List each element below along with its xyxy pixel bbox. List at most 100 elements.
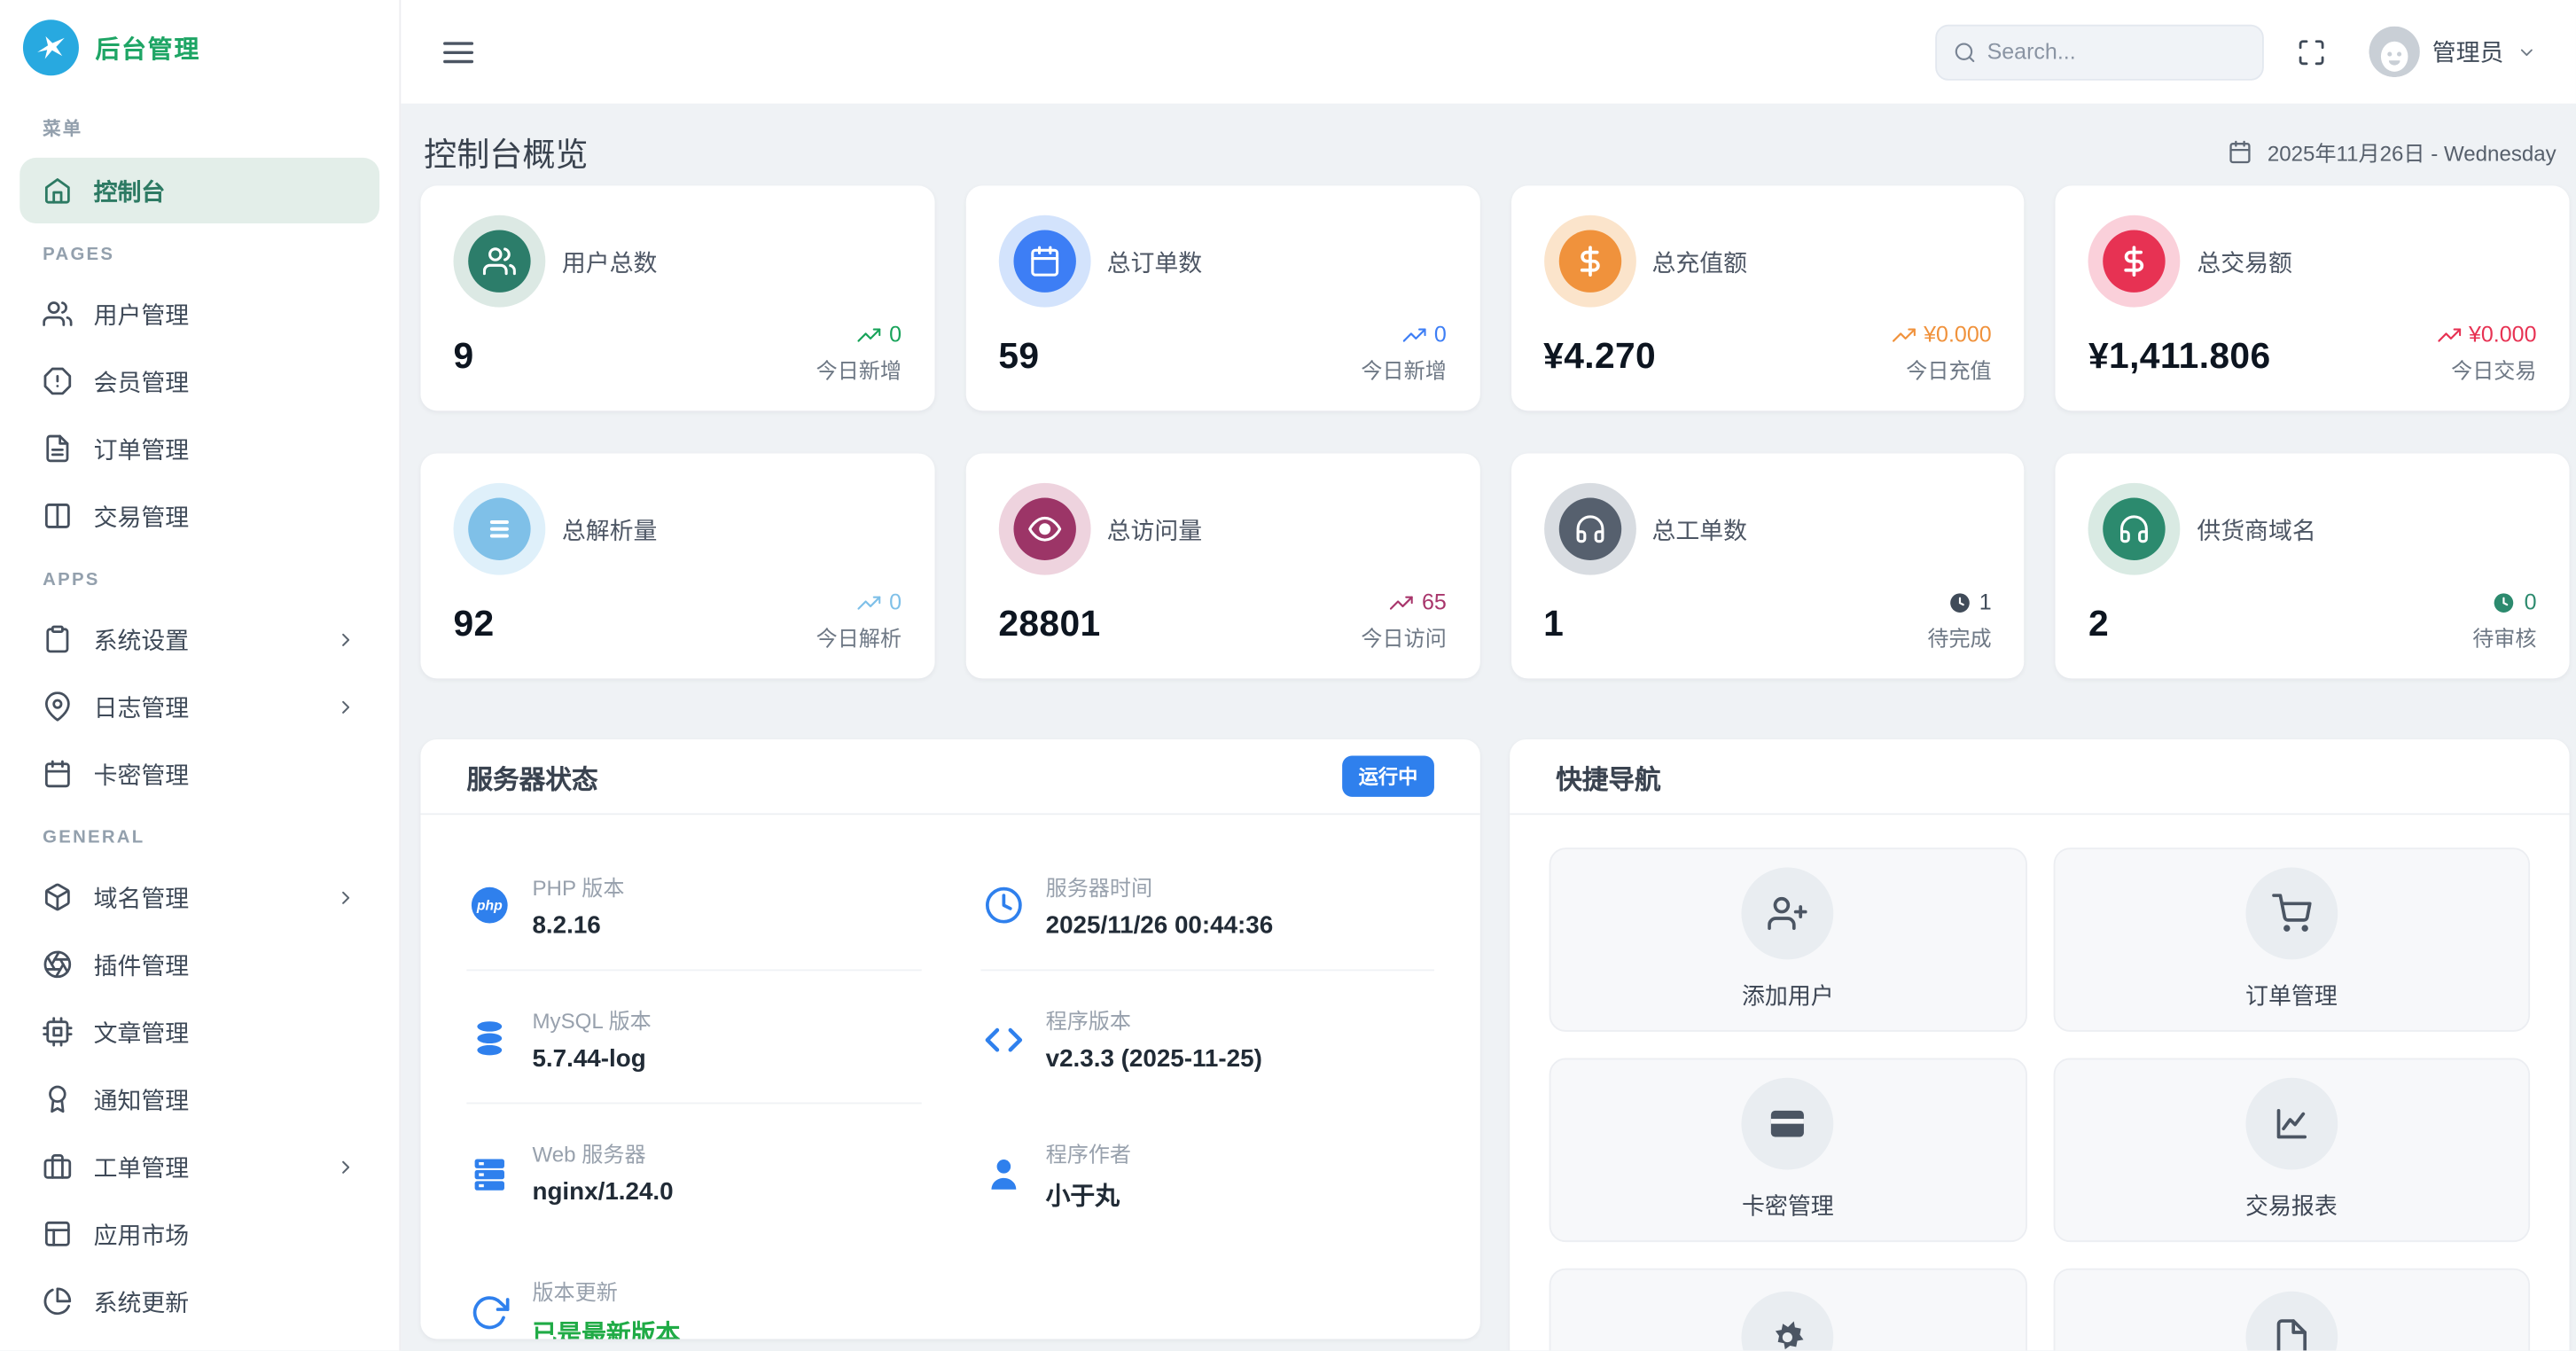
server-info-text: Web 服务器 nginx/1.24.0 <box>532 1136 673 1212</box>
stat-trend-line: ¥0.000 <box>1892 322 1992 347</box>
sidebar-item[interactable]: 系统更新 <box>20 1269 379 1334</box>
server-info-icon <box>983 1155 1022 1194</box>
sidebar-item[interactable]: 交易管理 <box>20 483 379 549</box>
quick-nav-tile[interactable] <box>2052 1268 2531 1351</box>
stat-value: ¥4.270 <box>1543 335 1657 377</box>
stat-icon <box>2118 245 2151 277</box>
sidebar-item-label: 工单管理 <box>93 1155 190 1183</box>
stat-card-top: 总充值额 <box>1543 215 1991 308</box>
stat-card-top: 总工单数 <box>1543 482 1991 575</box>
stat-trend: ¥0.000 今日充值 <box>1892 322 1992 384</box>
stat-trend: 0 今日新增 <box>816 322 902 384</box>
sidebar-item[interactable]: 控制台 <box>20 157 380 224</box>
search-input[interactable] <box>1987 39 2245 65</box>
stat-icon-circle <box>1557 230 1621 293</box>
stat-title: 总工单数 <box>1651 518 1747 545</box>
sidebar-item-label: 卡密管理 <box>93 762 190 790</box>
stat-icon-ring <box>453 215 546 308</box>
sidebar-item-icon <box>43 691 72 722</box>
stat-value: 28801 <box>998 603 1101 644</box>
sidebar-item-label: 通知管理 <box>93 1088 190 1115</box>
sidebar-item[interactable]: 应用市场 <box>20 1201 379 1267</box>
sidebar-item[interactable]: 文章管理 <box>20 999 379 1065</box>
svg-text:php: php <box>476 899 503 914</box>
server-info-value: 5.7.44-log <box>532 1044 646 1074</box>
sidebar-item[interactable]: 订单管理 <box>20 416 379 481</box>
quick-nav-tile-icon <box>1768 1104 1807 1143</box>
server-status-panel: 服务器状态 运行中 php PHP 版本 8.2.16 服务器时间 2025/1… <box>420 738 1480 1339</box>
sidebar-item[interactable]: 用户管理 <box>20 281 379 347</box>
quick-nav-tile[interactable]: 添加用户 <box>1549 847 2027 1032</box>
stat-title: 总交易额 <box>2197 250 2292 277</box>
sidebar-item[interactable]: 工单管理 <box>20 1134 379 1199</box>
chevron-right-icon <box>335 1156 356 1177</box>
sidebar-item[interactable]: 会员管理 <box>20 348 379 414</box>
menu-toggle-icon[interactable] <box>441 34 477 70</box>
sidebar: 后台管理 菜单 控制台 PAGES 用户管理 会员管理 订单管理 交易管理 AP… <box>0 0 402 1351</box>
server-status-header: 服务器状态 运行中 <box>420 739 1480 816</box>
stat-trend: 0 待审核 <box>2472 590 2536 652</box>
stat-icon-ring <box>998 482 1091 575</box>
quick-nav-tile-label: 添加用户 <box>1741 982 1834 1009</box>
sidebar-section-label: APPS <box>43 570 100 590</box>
stat-trend-value: 1 <box>1979 590 1992 615</box>
quick-nav-tile[interactable]: 卡密管理 <box>1549 1058 2027 1243</box>
sidebar-item[interactable]: 通知管理 <box>20 1066 379 1132</box>
stat-icon-circle <box>468 230 531 293</box>
quick-nav-tile-icon <box>1768 1317 1807 1350</box>
stat-icon-ring <box>1543 215 1635 308</box>
server-info-label: PHP 版本 <box>532 875 625 901</box>
sidebar-item-label: 订单管理 <box>93 437 190 465</box>
stat-trend-value: 0 <box>889 322 902 348</box>
quick-nav-tiles: 添加用户 订单管理 卡密管理 交易报表 <box>1510 815 2569 1351</box>
quick-nav-tile[interactable]: 订单管理 <box>2052 847 2531 1032</box>
stat-icon-ring <box>1543 482 1635 575</box>
stat-icon <box>483 512 516 545</box>
server-info-icon <box>983 1019 1022 1058</box>
avatar <box>2368 26 2419 78</box>
sidebar-section-label: 菜单 <box>43 120 83 140</box>
sidebar-item[interactable]: 日志管理 <box>20 674 379 739</box>
quick-nav-tile-icon <box>2272 1317 2311 1351</box>
server-status-title: 服务器状态 <box>466 766 598 795</box>
stat-title: 总解析量 <box>561 518 658 545</box>
trend-icon <box>1892 323 1916 346</box>
stat-trend-value: 65 <box>1421 590 1447 615</box>
stat-value: 59 <box>998 335 1040 377</box>
stat-trend-label: 今日新增 <box>816 358 902 383</box>
sidebar-item[interactable]: 系统设置 <box>20 606 379 672</box>
sidebar-item-icon <box>43 1219 72 1248</box>
stat-trend-label: 今日充值 <box>1906 358 1992 383</box>
server-info-grid: php PHP 版本 8.2.16 服务器时间 2025/11/26 00:44… <box>420 815 1479 1339</box>
sidebar-item[interactable]: 插件管理 <box>20 932 379 997</box>
quick-nav-tile-circle <box>1741 1291 1834 1351</box>
quick-nav-tile[interactable]: 交易报表 <box>2052 1058 2531 1243</box>
stat-trend-label: 今日访问 <box>1361 626 1447 651</box>
stat-card: 总交易额 ¥1,411.806 ¥0.000 今日交易 <box>2055 185 2570 411</box>
server-info-item: 程序版本 v2.3.3 (2025-11-25) <box>980 971 1433 1104</box>
server-info-icon: php <box>470 886 509 925</box>
server-info-icon <box>983 886 1022 925</box>
fullscreen-icon[interactable] <box>2296 37 2325 66</box>
sidebar-item-icon <box>43 1152 72 1181</box>
user-menu[interactable]: 管理员 <box>2368 26 2537 78</box>
trend-icon <box>857 323 881 346</box>
stat-icon-ring <box>453 482 546 575</box>
server-info-item: 程序作者 小于丸 <box>980 1104 1433 1242</box>
quick-nav-tile[interactable] <box>1549 1268 2027 1351</box>
trend-icon <box>1402 323 1426 346</box>
sidebar-item-icon <box>43 501 72 530</box>
sidebar-item[interactable]: 卡密管理 <box>20 741 379 807</box>
topbar-right: 管理员 <box>1934 23 2537 80</box>
chevron-right-icon <box>335 629 356 650</box>
chevron-right-icon <box>335 886 356 908</box>
stat-card: 总工单数 1 1 待完成 <box>1510 453 2025 679</box>
sidebar-section-label: PAGES <box>43 245 115 265</box>
running-status-badge: 运行中 <box>1342 755 1434 797</box>
sidebar-item[interactable]: 域名管理 <box>20 864 379 930</box>
stat-value: 1 <box>1543 603 1565 644</box>
server-info-label: 程序版本 <box>1045 1008 1132 1034</box>
brand: 后台管理 <box>0 0 399 95</box>
sidebar-item-label: 系统设置 <box>93 628 190 655</box>
topbar: 管理员 <box>401 0 2576 104</box>
